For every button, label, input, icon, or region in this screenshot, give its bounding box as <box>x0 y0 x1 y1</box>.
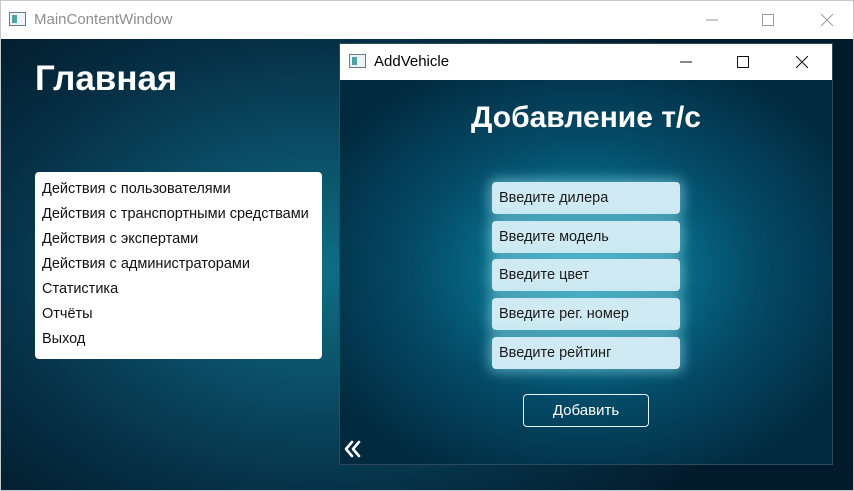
reg-number-input[interactable] <box>492 298 680 330</box>
app-icon <box>9 12 26 26</box>
menu-item-vehicles[interactable]: Действия с транспортными средствами <box>35 202 322 227</box>
menu-item-statistics[interactable]: Статистика <box>35 277 322 302</box>
maximize-icon <box>762 14 774 26</box>
add-button[interactable]: Добавить <box>523 394 649 427</box>
close-icon <box>821 14 833 26</box>
dialog-heading: Добавление т/с <box>471 101 701 134</box>
model-input[interactable] <box>492 221 680 253</box>
maximize-icon <box>737 56 749 68</box>
dealer-input[interactable] <box>492 182 680 214</box>
menu-item-experts[interactable]: Действия с экспертами <box>35 227 322 252</box>
chevron-double-left-icon[interactable] <box>344 440 362 458</box>
menu-item-admins[interactable]: Действия с администраторами <box>35 252 322 277</box>
minimize-button[interactable] <box>689 1 735 39</box>
minimize-icon <box>706 19 718 21</box>
maximize-button[interactable] <box>745 1 791 39</box>
main-window-title: MainContentWindow <box>34 11 173 28</box>
rating-input[interactable] <box>492 337 680 369</box>
menu-item-reports[interactable]: Отчёты <box>35 302 322 327</box>
color-input[interactable] <box>492 259 680 291</box>
menu-item-users[interactable]: Действия с пользователями <box>35 177 322 202</box>
page-title: Главная <box>35 59 178 98</box>
dialog-maximize-button[interactable] <box>720 44 766 80</box>
close-button[interactable] <box>804 1 850 39</box>
close-icon <box>796 56 808 68</box>
dialog-title: AddVehicle <box>374 53 450 70</box>
dialog-titlebar[interactable]: AddVehicle <box>340 44 832 80</box>
dialog-app-icon <box>349 54 366 68</box>
dialog-content: Добавление т/с Добавить <box>340 80 832 464</box>
dialog-minimize-button[interactable] <box>663 44 709 80</box>
minimize-icon <box>680 61 692 63</box>
menu-item-exit[interactable]: Выход <box>35 327 322 352</box>
main-titlebar[interactable]: MainContentWindow <box>1 1 853 39</box>
dialog-close-button[interactable] <box>779 44 825 80</box>
add-vehicle-dialog: AddVehicle Добавление т/с Добавить <box>339 43 833 465</box>
main-menu: Действия с пользователями Действия с тра… <box>35 172 322 359</box>
